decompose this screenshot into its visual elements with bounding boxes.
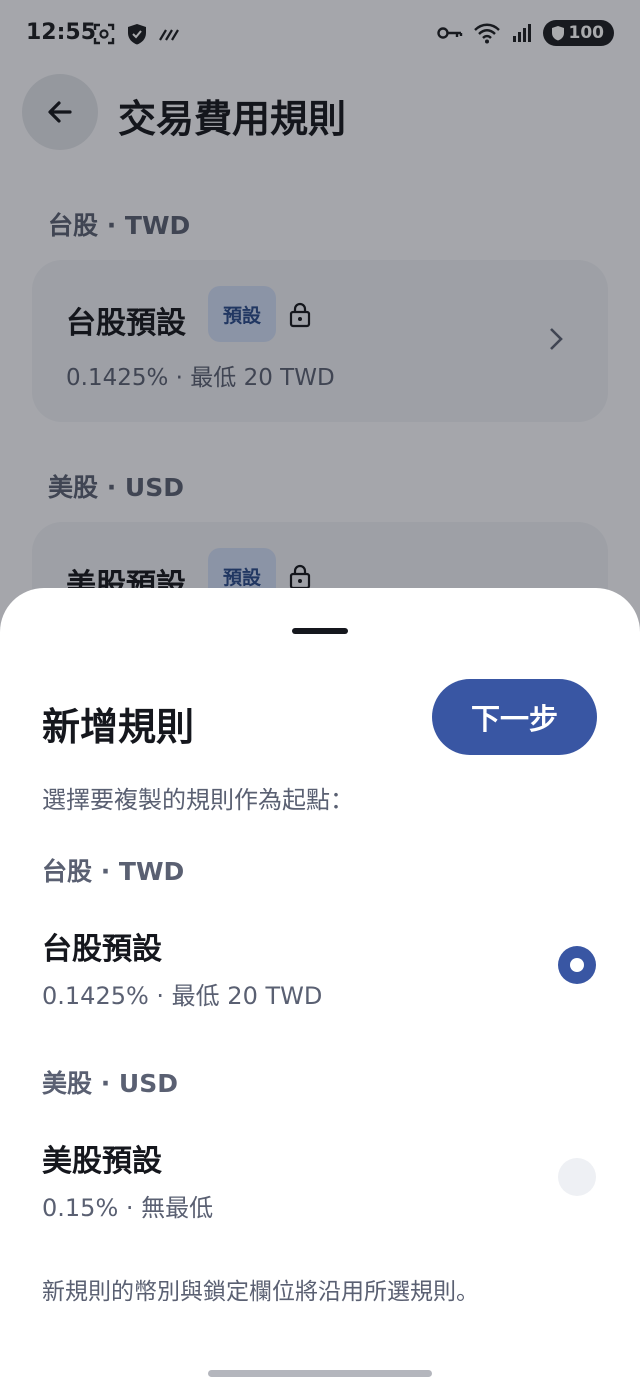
sheet-title: 新增規則 — [42, 705, 195, 749]
option-title: 台股預設 — [42, 932, 162, 967]
next-button[interactable]: 下一步 — [432, 679, 597, 755]
drag-handle[interactable] — [292, 628, 348, 634]
option-subtitle: 0.1425% · 最低 20 TWD — [42, 982, 323, 1010]
home-indicator — [208, 1370, 432, 1377]
add-rule-bottom-sheet: 新增規則 下一步 選擇要複製的規則作為起點： 台股 · TWD 台股預設 0.1… — [0, 588, 640, 1387]
option-title: 美股預設 — [42, 1144, 162, 1179]
group-label-usd: 美股 · USD — [42, 1069, 178, 1098]
radio-unselected[interactable] — [558, 1158, 596, 1196]
sheet-footnote: 新規則的幣別與鎖定欄位將沿用所選規則。 — [42, 1279, 479, 1305]
option-subtitle: 0.15% · 無最低 — [42, 1194, 214, 1222]
group-label-twd: 台股 · TWD — [42, 857, 185, 886]
sheet-description: 選擇要複製的規則作為起點： — [42, 786, 354, 814]
radio-selected[interactable] — [558, 946, 596, 984]
